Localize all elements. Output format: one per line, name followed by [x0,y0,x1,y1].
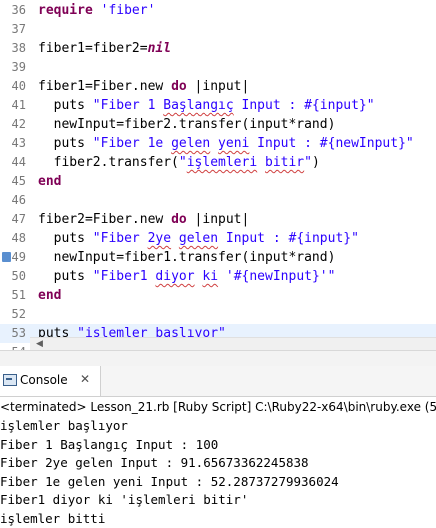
line-number: 44 [0,153,26,172]
console-output-line: Fiber 2ye gelen Input : 91.6567336224583… [0,454,436,473]
line-number: 36 [0,1,26,20]
line-number: 46 [0,191,26,210]
code-line[interactable]: 45 end [0,172,436,191]
code-text: fiber2.transfer("işlemleri bitir") [38,153,320,172]
code-line[interactable]: 44 fiber2.transfer("işlemleri bitir") [0,153,436,172]
code-line[interactable]: 37 [0,20,436,39]
code-text: puts "Fiber 1 Başlangıç Input : #{input}… [38,96,375,115]
code-line[interactable]: 36 require 'fiber' [0,1,436,20]
code-text: require 'fiber' [38,1,155,20]
tab-console[interactable]: Console ✕ [0,366,101,396]
console-output-line: Fiber1 diyor ki 'işlemleri bitir' [0,491,436,510]
console-toolbar: Console ✕ [0,366,436,397]
line-number: 38 [0,39,26,58]
line-number: 41 [0,96,26,115]
code-line[interactable]: 38 fiber1=fiber2=nil [0,39,436,58]
code-text: fiber1=Fiber.new do |input| [38,77,249,96]
code-line[interactable]: 51 end [0,286,436,305]
code-line[interactable]: 50 puts "Fiber1 diyor ki '#{newInput}'" [0,267,436,286]
console-output-line: işlemler başlıyor [0,417,436,436]
code-line[interactable]: 43 puts "Fiber 1e gelen yeni Input : #{n… [0,134,436,153]
tab-console-label: Console [20,373,68,387]
line-number: 42 [0,115,26,134]
line-number: 53 [0,324,26,343]
code-text: newInput=fiber1.transfer(input*rand) [38,248,335,267]
code-line[interactable]: 48 puts "Fiber 2ye gelen Input : #{input… [0,229,436,248]
line-number: 37 [0,20,26,39]
line-number: 45 [0,172,26,191]
code-text: newInput=fiber2.transfer(input*rand) [38,115,335,134]
code-line[interactable]: 42 newInput=fiber2.transfer(input*rand) [0,115,436,134]
console-output-line: Fiber 1e gelen yeni Input : 52.287372799… [0,473,436,492]
code-line[interactable]: 52 [0,305,436,324]
horizontal-scrollbar[interactable]: ◀ [30,337,436,350]
code-text: fiber1=fiber2=nil [38,39,171,58]
code-text: puts "Fiber 2ye gelen Input : #{input}" [38,229,359,248]
line-number: 50 [0,267,26,286]
code-text: fiber2=Fiber.new do |input| [38,210,249,229]
panel-divider[interactable] [0,350,436,366]
scroll-left-icon[interactable]: ◀ [36,339,43,349]
code-line[interactable]: 49 newInput=fiber1.transfer(input*rand) [0,248,436,267]
code-editor[interactable]: 36 require 'fiber' 3738 fiber1=fiber2=nil 39… [0,0,436,350]
console-output-line: Fiber 1 Başlangıç Input : 100 [0,436,436,455]
line-number: 48 [0,229,26,248]
code-text: puts "Fiber1 diyor ki '#{newInput}'" [38,267,335,286]
console-output-line: işlemler bitti [0,510,436,528]
code-line[interactable]: 46 [0,191,436,210]
code-line[interactable]: 39 [0,58,436,77]
close-icon[interactable]: ✕ [80,372,90,386]
line-number: 51 [0,286,26,305]
code-line[interactable]: 40 fiber1=Fiber.new do |input| [0,77,436,96]
console-status: <terminated> Lesson_21.rb [Ruby Script] … [0,397,436,417]
code-text: end [38,172,61,191]
line-number: 40 [0,77,26,96]
line-number: 54 [0,343,26,350]
line-number: 49 [0,248,26,267]
line-number: 39 [0,58,26,77]
console-icon [3,374,17,386]
code-line[interactable]: 41 puts "Fiber 1 Başlangıç Input : #{inp… [0,96,436,115]
code-text: puts "Fiber 1e gelen yeni Input : #{newI… [38,134,414,153]
line-number: 43 [0,134,26,153]
code-text: end [38,286,61,305]
line-number: 47 [0,210,26,229]
line-number: 52 [0,305,26,324]
code-line[interactable]: 47 fiber2=Fiber.new do |input| [0,210,436,229]
console-output[interactable]: işlemler başlıyorFiber 1 Başlangıç Input… [0,417,436,528]
